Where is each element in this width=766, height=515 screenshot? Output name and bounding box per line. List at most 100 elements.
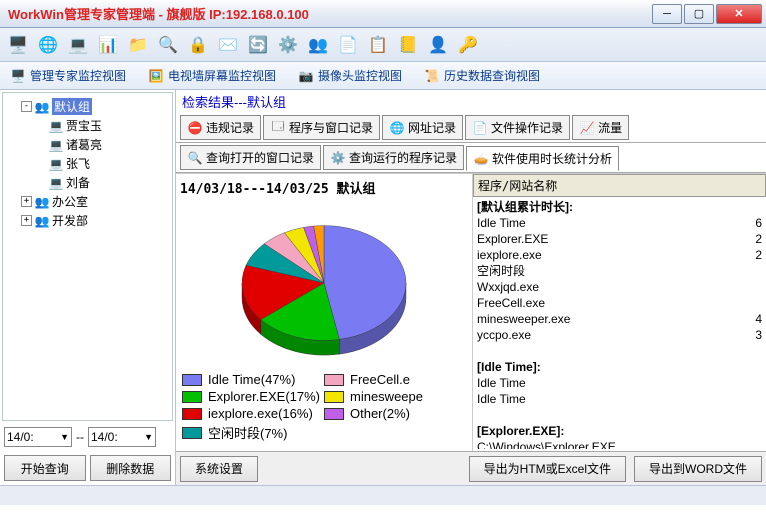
computer-icon: 💻 [48, 137, 64, 153]
tab-fileop[interactable]: 📄文件操作记录 [465, 115, 570, 140]
status-bar [0, 485, 766, 505]
search-icon: 🔍 [187, 150, 203, 166]
tab-usage-stats[interactable]: 🥧软件使用时长统计分析 [466, 146, 619, 171]
tree-user[interactable]: 💻刘备 [35, 173, 168, 192]
tree-user[interactable]: 💻诸葛亮 [35, 135, 168, 154]
tab-row-1: ⛔违规记录 🗔程序与窗口记录 🌐网址记录 📄文件操作记录 📈流量 [176, 113, 766, 143]
view-history[interactable]: 📜历史数据查询视图 [420, 65, 544, 86]
legend-item: Idle Time(47%) [182, 371, 324, 388]
tab-traffic[interactable]: 📈流量 [572, 115, 629, 140]
piechart-icon: 🥧 [473, 151, 489, 167]
color-swatch [182, 427, 202, 439]
camera-icon: 📷 [298, 68, 314, 84]
notebook-icon[interactable]: 📒 [396, 33, 420, 57]
dropdown-icon: ▼ [60, 432, 69, 442]
date-from[interactable]: 14/0:▼ [4, 427, 72, 447]
color-swatch [324, 391, 344, 403]
legend-item: Other(2%) [324, 405, 466, 422]
group-tree[interactable]: - 👥 默认组 💻贾宝玉💻诸葛亮💻张飞💻刘备 +👥办公室 +👥开发部 [2, 92, 173, 421]
tab-row-2: 🔍查询打开的窗口记录 ⚙️查询运行的程序记录 🥧软件使用时长统计分析 [176, 143, 766, 173]
maximize-button[interactable] [684, 4, 714, 24]
lock-icon[interactable]: 🔒 [186, 33, 210, 57]
legend-item: 空闲时段(7%) [182, 422, 324, 443]
title-bar: WorkWin管理专家管理端 - 旗舰版 IP:192.168.0.100 [0, 0, 766, 28]
window-title: WorkWin管理专家管理端 - 旗舰版 IP:192.168.0.100 [4, 4, 652, 23]
legend-item: Explorer.EXE(17%) [182, 388, 324, 405]
chart-legend: Idle Time(47%)FreeCell.eExplorer.EXE(17%… [180, 365, 468, 449]
color-swatch [182, 391, 202, 403]
group-icon: 👥 [34, 99, 50, 115]
computer-icon: 💻 [48, 118, 64, 134]
doc-icon[interactable]: 📄 [336, 33, 360, 57]
tree-group-dev[interactable]: +👥开发部 [21, 211, 168, 230]
color-swatch [182, 408, 202, 420]
expand-icon[interactable]: + [21, 215, 32, 226]
list-values: 622 43 [744, 199, 762, 449]
file-icon: 📄 [472, 120, 488, 136]
key-icon[interactable]: 🔑 [456, 33, 480, 57]
date-to[interactable]: 14/0:▼ [88, 427, 156, 447]
list-body[interactable]: [默认组累计时长]:Idle TimeExplorer.EXEiexplore.… [477, 199, 744, 449]
globe-icon[interactable]: 🌐 [36, 33, 60, 57]
view-camera[interactable]: 📷摄像头监控视图 [294, 65, 406, 86]
users-icon[interactable]: 👥 [306, 33, 330, 57]
collapse-icon[interactable]: - [21, 101, 32, 112]
search-result-label: 检索结果---默认组 [176, 90, 766, 113]
list-header: 程序/网站名称 [473, 174, 766, 197]
tab-window-query[interactable]: 🔍查询打开的窗口记录 [180, 145, 321, 170]
legend-item: iexplore.exe(16%) [182, 405, 324, 422]
forbidden-icon: ⛔ [187, 120, 203, 136]
right-panel: 检索结果---默认组 ⛔违规记录 🗔程序与窗口记录 🌐网址记录 📄文件操作记录 … [176, 90, 766, 485]
refresh-icon[interactable]: 🔄 [246, 33, 270, 57]
tab-violation[interactable]: ⛔违规记录 [180, 115, 261, 140]
settings-button[interactable]: 系统设置 [180, 456, 258, 482]
view-bar: 🖥️管理专家监控视图 🖼️电视墙屏幕监控视图 📷摄像头监控视图 📜历史数据查询视… [0, 62, 766, 90]
tree-root[interactable]: - 👥 默认组 [21, 97, 168, 116]
view-monitor[interactable]: 🖥️管理专家监控视图 [6, 65, 130, 86]
history-icon: 📜 [424, 68, 440, 84]
window-icon: 🗔 [270, 120, 286, 136]
export-word-button[interactable]: 导出到WORD文件 [634, 456, 762, 482]
report-icon[interactable]: 📋 [366, 33, 390, 57]
mail-icon[interactable]: ✉️ [216, 33, 240, 57]
list-column: 程序/网站名称 [默认组累计时长]:Idle TimeExplorer.EXEi… [472, 174, 766, 451]
person-icon[interactable]: 👤 [426, 33, 450, 57]
tree-group-office[interactable]: +👥办公室 [21, 192, 168, 211]
color-swatch [324, 408, 344, 420]
globe-icon: 🌐 [389, 120, 405, 136]
delete-button[interactable]: 删除数据 [90, 455, 172, 481]
minimize-button[interactable] [652, 4, 682, 24]
export-excel-button[interactable]: 导出为HTM或Excel文件 [469, 456, 626, 482]
bottom-bar: 系统设置 导出为HTM或Excel文件 导出到WORD文件 [176, 451, 766, 485]
pie-chart [214, 201, 434, 365]
color-swatch [324, 374, 344, 386]
tab-program-query[interactable]: ⚙️查询运行的程序记录 [323, 145, 464, 170]
chart-icon[interactable]: 📊 [96, 33, 120, 57]
color-swatch [182, 374, 202, 386]
close-button[interactable] [716, 4, 762, 24]
query-button[interactable]: 开始查询 [4, 455, 86, 481]
monitor-icon: 🖥️ [10, 68, 26, 84]
main-toolbar: 🖥️ 🌐 💻 📊 📁 🔍 🔒 ✉️ 🔄 ⚙️ 👥 📄 📋 📒 👤 🔑 [0, 28, 766, 62]
settings-icon[interactable]: ⚙️ [276, 33, 300, 57]
chart-header: 14/03/18---14/03/25 默认组 [180, 176, 468, 201]
tab-url[interactable]: 🌐网址记录 [382, 115, 463, 140]
folder-icon[interactable]: 📁 [126, 33, 150, 57]
tree-user[interactable]: 💻张飞 [35, 154, 168, 173]
tab-program-window[interactable]: 🗔程序与窗口记录 [263, 115, 380, 140]
legend-item: minesweepe [324, 388, 466, 405]
left-panel: - 👥 默认组 💻贾宝玉💻诸葛亮💻张飞💻刘备 +👥办公室 +👥开发部 14/0:… [0, 90, 176, 485]
computer-icon: 💻 [48, 175, 64, 191]
grid-icon: 🖼️ [148, 68, 164, 84]
legend-item: FreeCell.e [324, 371, 466, 388]
gear-icon: ⚙️ [330, 150, 346, 166]
monitor-icon[interactable]: 🖥️ [6, 33, 30, 57]
dropdown-icon: ▼ [144, 432, 153, 442]
view-tvwall[interactable]: 🖼️电视墙屏幕监控视图 [144, 65, 280, 86]
screens-icon[interactable]: 💻 [66, 33, 90, 57]
tree-user[interactable]: 💻贾宝玉 [35, 116, 168, 135]
expand-icon[interactable]: + [21, 196, 32, 207]
computer-icon: 💻 [48, 156, 64, 172]
traffic-icon: 📈 [579, 120, 595, 136]
find-icon[interactable]: 🔍 [156, 33, 180, 57]
